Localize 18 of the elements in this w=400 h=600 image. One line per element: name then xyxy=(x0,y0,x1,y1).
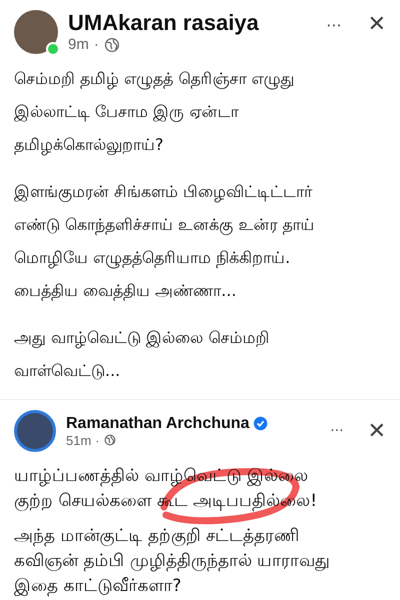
post-paragraph: அது வாழ்வெட்டு இல்லை செம்மறி வாள்வெட்டு... xyxy=(14,327,270,382)
globe-icon xyxy=(104,434,116,446)
separator-dot: · xyxy=(95,432,100,448)
more-options-button[interactable]: ··· xyxy=(330,423,344,439)
avatar-photo-placeholder[interactable] xyxy=(14,410,56,452)
post-paragraph: செம்மறி தமிழ் எழுதத் தெரிஞ்சா எழுது இல்லாட்டி பேசாம இரு ஏன்டா தமிழக்கொல்லுறாய்? xyxy=(14,68,296,158)
more-options-button[interactable]: ··· xyxy=(326,16,342,35)
post-paragraph: அந்த மான்குட்டி தற்குறி சட்டத்தரணி கவிஞன் தம்பி முழித்திருந்தால் யாராவது இதை காட்டுவீர்களா? xyxy=(14,525,332,598)
avatar-photo-placeholder[interactable] xyxy=(14,10,58,54)
author-name[interactable]: Ramanathan Archchuna xyxy=(66,414,250,432)
separator-dot: · xyxy=(94,36,99,53)
globe-icon xyxy=(104,36,120,52)
author-name[interactable]: UMAkaran rasaiya xyxy=(68,10,316,36)
post-time: 51m xyxy=(66,432,92,448)
post-paragraph: இளங்குமரன் சிங்களம் பிழைவிட்டிட்டார் எண்டு கொந்தளிச்சாய் உனக்கு உன்ர தாய் மொழியே எழுதத்தெரியாம நிக்கிறாய். பைத்திய வைத்திய அண்ணா... xyxy=(14,181,316,303)
close-button[interactable]: ✕ xyxy=(368,418,386,444)
post-time: 9m xyxy=(68,36,89,53)
close-button[interactable]: ✕ xyxy=(368,12,386,37)
